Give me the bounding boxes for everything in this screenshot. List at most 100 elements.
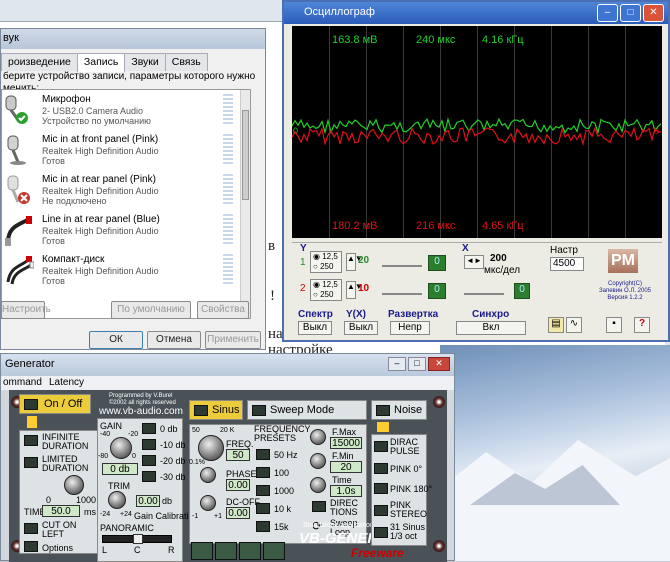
ch2-offset-slider[interactable] [382, 285, 422, 295]
device-row-front-mic[interactable]: Mic in at front panel (Pink) Realtek Hig… [2, 132, 247, 170]
sync-button[interactable]: Вкл [456, 321, 526, 335]
device-row-rear-mic[interactable]: Mic in at rear panel (Pink) Realtek High… [2, 172, 247, 210]
noise-button[interactable]: Noise [371, 400, 427, 420]
freq-value[interactable]: 50 [226, 449, 250, 461]
ch2-gain-value: 10 [358, 283, 370, 294]
device-row-microphone[interactable]: Микрофон 2- USB2.0 Camera Audio Устройст… [2, 92, 247, 130]
panoramic-slider[interactable] [102, 534, 172, 544]
pink-stereo-switch[interactable] [374, 505, 388, 516]
sinus-button[interactable]: Sinus [189, 400, 243, 420]
directions-switch[interactable] [312, 501, 326, 512]
tab-communications[interactable]: Связь [164, 53, 208, 71]
save-icon[interactable]: ▪ [606, 317, 622, 333]
x-offset-slider[interactable] [464, 285, 504, 295]
ch1-offset-slider[interactable] [382, 257, 422, 267]
properties-button[interactable]: Свойства [197, 301, 249, 319]
sinus-31-switch[interactable] [374, 527, 388, 538]
preset-100-switch[interactable] [256, 467, 270, 478]
preset-15k-switch[interactable] [256, 521, 270, 532]
on-off-button[interactable]: On / Off [19, 394, 91, 414]
sweep-time-knob[interactable] [310, 477, 326, 493]
gain-10db-switch[interactable] [142, 439, 156, 450]
infinite-duration-switch[interactable] [24, 435, 38, 446]
phase-knob[interactable] [200, 467, 216, 483]
menu-command[interactable]: ommand [3, 377, 42, 388]
trim-knob[interactable] [108, 491, 126, 509]
freq-knob[interactable] [198, 435, 224, 461]
ok-button[interactable]: ОК [89, 331, 143, 349]
phase-value[interactable]: 0.00 [226, 479, 250, 491]
close-button[interactable]: ✕ [643, 4, 664, 22]
gain-20db-label: -20 db [160, 456, 186, 466]
preset-10k-switch[interactable] [256, 503, 270, 514]
nastr-input[interactable]: 4500 [550, 257, 584, 271]
tab-playback[interactable]: роизведение [1, 53, 78, 71]
device-status: Не подключено [42, 196, 107, 206]
close-button[interactable]: ✕ [428, 357, 450, 371]
menu-latency[interactable]: Latency [49, 377, 84, 388]
trim-value[interactable]: 0.00 [136, 495, 160, 507]
gain-30db-switch[interactable] [142, 471, 156, 482]
tab-recording[interactable]: Запись [76, 53, 126, 72]
ch2-range-radio[interactable]: ◉ 12,5 ○ 250 [310, 279, 342, 301]
screw-icon [433, 396, 445, 408]
dirac-pulse-switch[interactable] [374, 441, 388, 452]
device-row-cd[interactable]: Компакт-диск Realtek High Definition Aud… [2, 252, 247, 290]
ch1-range-radio[interactable]: ◉ 12,5 ○ 250 [310, 251, 342, 273]
configure-button[interactable]: Настроить [1, 301, 51, 319]
minimize-button[interactable]: – [597, 4, 618, 22]
device-row-line-in[interactable]: Line in at rear panel (Blue) Realtek Hig… [2, 212, 247, 250]
spectrum-button[interactable]: Выкл [298, 321, 332, 335]
level-meter [223, 94, 233, 126]
cancel-button[interactable]: Отмена [147, 331, 201, 349]
dc-offset-knob[interactable] [200, 495, 216, 511]
open-folder-icon[interactable]: ▤ [548, 317, 564, 333]
fmin-value[interactable]: 20 [330, 461, 362, 473]
x-scale-stepper[interactable]: ◄► [464, 255, 484, 269]
fmax-knob[interactable] [310, 429, 326, 445]
fmin-knob[interactable] [310, 453, 326, 469]
wave-shape-3-switch[interactable] [239, 542, 261, 560]
gain-10db-label: -10 db [160, 440, 186, 450]
ch2-gain-stepper[interactable]: ▲▼ [346, 281, 363, 299]
preset-50hz-switch[interactable] [256, 449, 270, 460]
time-unit: ms [84, 507, 96, 517]
ch1-offset-value: 0 [428, 255, 446, 271]
sweep-mode-button[interactable]: Sweep Mode [247, 400, 367, 420]
gain-0db-switch[interactable] [142, 423, 156, 434]
pink-stereo-label: PINK STEREO [390, 500, 428, 519]
wave-shape-4-switch[interactable] [263, 542, 285, 560]
wave-icon[interactable]: ∿ [566, 317, 582, 333]
help-button[interactable]: ? [634, 317, 650, 333]
maximize-button[interactable]: □ [408, 357, 426, 371]
gain-tick: -40 [100, 431, 111, 438]
sweep-button[interactable]: Непр [390, 321, 430, 335]
sweep-time-value[interactable]: 1.0s [330, 485, 362, 497]
apply-button[interactable]: Применить [205, 331, 261, 349]
fmax-value[interactable]: 15000 [330, 437, 362, 449]
wave-shape-2-switch[interactable] [215, 542, 237, 560]
ch1-gain-stepper[interactable]: ▲▼ [346, 253, 363, 271]
preset-1000-switch[interactable] [256, 485, 270, 496]
cut-on-left-switch[interactable] [24, 523, 38, 534]
set-default-button[interactable]: По умолчанию [111, 301, 191, 319]
minimize-button[interactable]: – [388, 357, 406, 371]
gain-20db-switch[interactable] [142, 455, 156, 466]
yx-button[interactable]: Выкл [344, 321, 378, 335]
gain-knob[interactable] [110, 437, 132, 459]
power-led [27, 416, 37, 428]
pink-0-switch[interactable] [374, 463, 388, 474]
device-list-scrollbar[interactable] [240, 90, 250, 318]
wave-shape-1-switch[interactable] [191, 542, 213, 560]
device-list[interactable]: Микрофон 2- USB2.0 Camera Audio Устройст… [1, 89, 251, 319]
dc-offset-value[interactable]: 0.00 [226, 507, 250, 519]
time-value[interactable]: 50.0 [42, 505, 80, 517]
x-label: X [462, 243, 469, 254]
limited-duration-switch[interactable] [24, 457, 38, 468]
maximize-button[interactable]: □ [620, 4, 641, 22]
preset-15k-label: 15k [274, 522, 289, 532]
time-knob[interactable] [64, 475, 84, 495]
pink-180-switch[interactable] [374, 483, 388, 494]
tab-sounds[interactable]: Звуки [124, 53, 166, 71]
options-switch[interactable] [24, 541, 38, 552]
